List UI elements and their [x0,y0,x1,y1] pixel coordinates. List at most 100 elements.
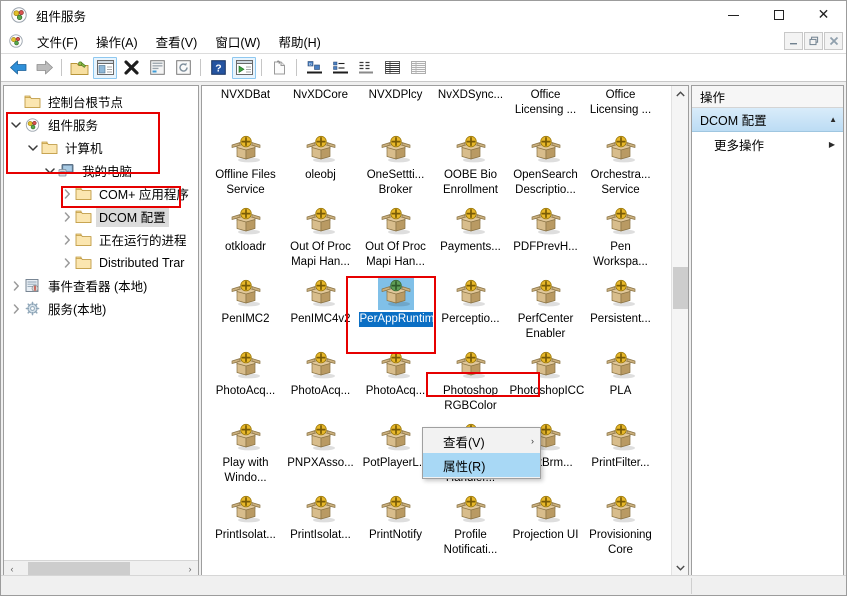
forward-icon[interactable] [32,57,56,79]
dcom-list-item[interactable]: Office Licensing ... [583,88,658,126]
help-icon[interactable]: ? [206,57,230,79]
dcom-list-item[interactable]: PerAppRuntimeBroker [358,272,433,344]
maximize-button[interactable] [756,1,801,29]
chevron-right-icon[interactable] [59,209,75,225]
dcom-list-item[interactable]: Projection UI [508,488,583,560]
scroll-left-arrow[interactable]: ‹ [4,561,20,576]
chevron-right-icon[interactable] [8,278,24,294]
detail-view-icon[interactable] [380,57,404,79]
chevron-right-icon[interactable] [59,232,75,248]
dcom-list-item[interactable]: oleobj [283,128,358,200]
console-tree[interactable]: 控制台根节点组件服务计算机我的电脑COM+ 应用程序DCOM 配置正在运行的进程… [4,86,198,560]
tree-node[interactable]: 组件服务 [4,113,198,136]
menu-help[interactable]: 帮助(H) [269,29,329,54]
back-icon[interactable] [6,57,30,79]
dcom-list-item[interactable]: Payments... [433,200,508,272]
tree-node[interactable]: Distributed Trar [4,251,198,274]
dcom-list-item[interactable]: Perceptio... [433,272,508,344]
show-hide-tree-icon[interactable] [93,57,117,79]
tree-hscroll-track[interactable] [20,561,182,576]
dcom-list-item[interactable]: PhotoAcq... [358,344,433,416]
context-menu-item-properties[interactable]: 属性(R) [423,453,540,477]
menu-file[interactable]: 文件(F) [28,29,87,54]
new-object-icon[interactable] [267,57,291,79]
tree-node[interactable]: 正在运行的进程 [4,228,198,251]
actions-item-more-actions[interactable]: 更多操作 ▶ [692,132,843,156]
dcom-list-item[interactable]: Offline Files Service [208,128,283,200]
dcom-list-item[interactable]: OneSettti... Broker [358,128,433,200]
dcom-list-item[interactable]: Photoshop RGBColor [433,344,508,416]
mdi-close-button[interactable] [824,32,843,50]
menu-view[interactable]: 查看(V) [147,29,207,54]
chevron-down-icon[interactable] [42,163,58,179]
dcom-list-item[interactable]: PenIMC2 [208,272,283,344]
dcom-list-item[interactable]: PrintIsolat... [208,488,283,560]
chevron-right-icon[interactable] [59,255,75,271]
mdi-restore-button[interactable] [804,32,823,50]
menu-action[interactable]: 操作(A) [87,29,147,54]
dcom-list-item[interactable]: OpenSearch Descriptio... [508,128,583,200]
dcom-list-item[interactable]: Orchestra... Service [583,128,658,200]
context-menu-item-view[interactable]: 查看(V) › [423,429,540,453]
dcom-list-item[interactable]: Office Licensing ... [508,88,583,126]
minimize-button[interactable] [711,1,756,29]
list-vertical-scrollbar[interactable] [671,86,688,576]
dcom-list-item[interactable]: Play with Windo... [208,416,283,488]
list-view-icon[interactable] [354,57,378,79]
tree-node[interactable]: 事件查看器 (本地) [4,274,198,297]
tree-node[interactable]: 我的电脑 [4,159,198,182]
chevron-right-icon[interactable] [59,186,75,202]
close-button[interactable]: ✕ [801,1,846,29]
dcom-list-item[interactable]: Profile Notificati... [433,488,508,560]
chevron-up-icon[interactable]: ▲ [829,115,837,124]
dcom-list-item[interactable]: PhotoAcq... [208,344,283,416]
small-icons-icon[interactable] [328,57,352,79]
dcom-list-item[interactable]: PrintFilter... [583,416,658,488]
dcom-list-item[interactable]: PNPXAsso... [283,416,358,488]
tree-node[interactable]: 计算机 [4,136,198,159]
tree-horizontal-scrollbar[interactable]: ‹ › [4,560,198,576]
dcom-list-item[interactable]: otkloadr [208,200,283,272]
scroll-up-arrow[interactable] [672,86,689,103]
dcom-list-item[interactable]: NvXDSync... [433,88,508,126]
actions-group-dcom-config[interactable]: DCOM 配置 ▲ [692,108,843,132]
delete-icon[interactable] [119,57,143,79]
tree-hscroll-thumb[interactable] [28,562,130,575]
dcom-list-item[interactable]: PhotoAcq... [283,344,358,416]
dcom-list-item[interactable]: PenIMC4v2 [283,272,358,344]
dcom-list-item[interactable]: PDFPrevH... [508,200,583,272]
show-console-icon[interactable] [232,57,256,79]
refresh-icon[interactable] [171,57,195,79]
dcom-list-item[interactable]: NVXDBat [208,88,283,126]
dcom-list-item[interactable]: OOBE Bio Enrollment [433,128,508,200]
scroll-down-arrow[interactable] [672,559,689,576]
menu-window[interactable]: 窗口(W) [206,29,269,54]
list-vscroll-thumb[interactable] [673,267,688,309]
tree-node[interactable]: 服务(本地) [4,297,198,320]
dcom-list-item[interactable]: NvXDCore [283,88,358,126]
chevron-right-icon[interactable] [8,301,24,317]
mdi-minimize-button[interactable] [784,32,803,50]
tree-node[interactable]: 控制台根节点 [4,90,198,113]
chevron-down-icon[interactable] [8,117,24,133]
dcom-list-item[interactable]: NVXDPlcy [358,88,433,126]
scroll-right-arrow[interactable]: › [182,561,198,576]
columns-view-icon[interactable] [406,57,430,79]
dcom-list-item[interactable]: Out Of Proc Mapi Han... [358,200,433,272]
dcom-list-item[interactable]: PerfCenter Enabler [508,272,583,344]
dcom-list-item[interactable]: Out Of Proc Mapi Han... [283,200,358,272]
large-icons-icon[interactable]: D [302,57,326,79]
dcom-list-item[interactable]: PLA [583,344,658,416]
dcom-list-item[interactable]: Persistent... [583,272,658,344]
tree-node[interactable]: DCOM 配置 [4,205,198,228]
dcom-list-item[interactable]: PrintNotify [358,488,433,560]
tree-node[interactable]: COM+ 应用程序 [4,182,198,205]
chevron-down-icon[interactable] [25,140,41,156]
open-folder-icon[interactable] [67,57,91,79]
dcom-list-item[interactable]: Provisioning Core [583,488,658,560]
dcom-list-item[interactable]: PrintIsolat... [283,488,358,560]
dcom-list-item[interactable]: Pen Workspa... [583,200,658,272]
dcom-list[interactable]: NVXDBatNvXDCoreNVXDPlcyNvXDSync...Office… [202,86,671,576]
properties-icon[interactable] [145,57,169,79]
dcom-list-item[interactable]: PhotoshopICC [508,344,583,416]
